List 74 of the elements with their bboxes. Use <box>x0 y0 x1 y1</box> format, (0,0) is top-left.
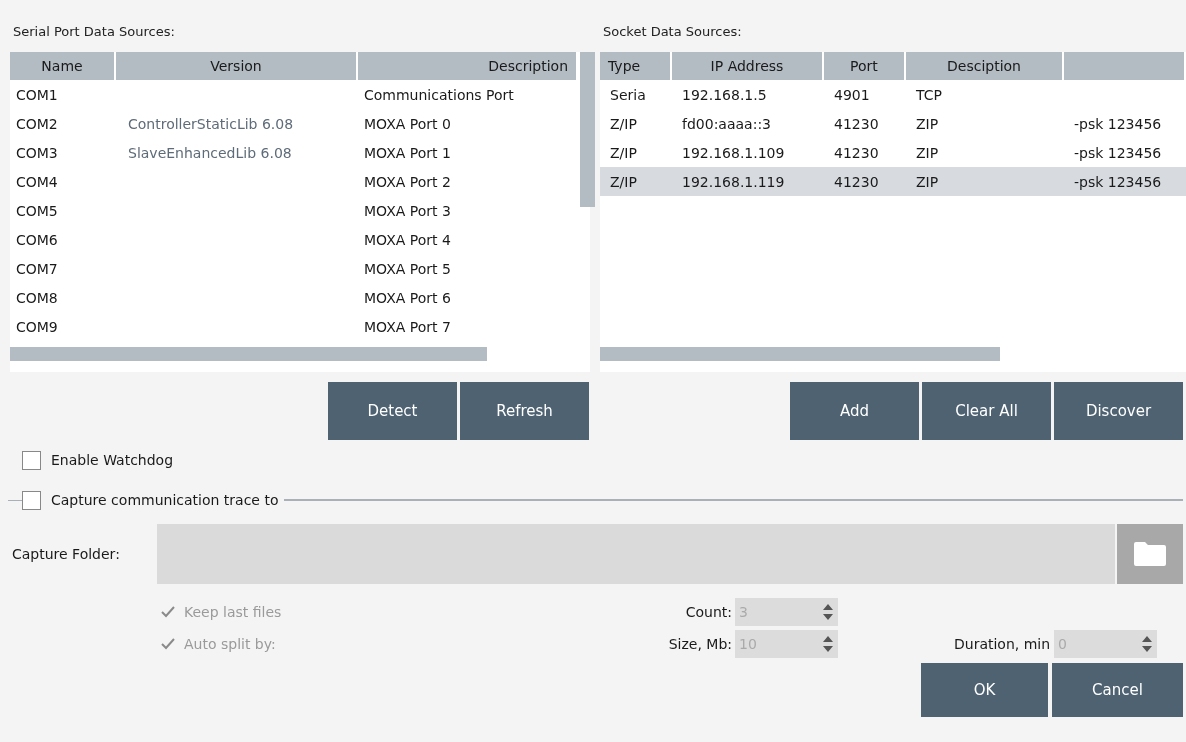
column-header[interactable]: Version <box>116 52 356 80</box>
table-row[interactable]: Z/IP 192.168.1.109 41230 ZIP -psk 123456 <box>600 138 1186 167</box>
table-cell-text: ControllerStaticLib 6.08 <box>127 115 295 132</box>
table-row[interactable]: Seria 192.168.1.5 4901 TCP <box>600 80 1186 109</box>
table-cell-text: 41230 <box>833 173 880 190</box>
table-cell-text: COM4 <box>15 173 59 190</box>
checkbox[interactable] <box>22 490 41 510</box>
table-cell-text: Seria <box>609 86 647 103</box>
table-cell-text: 41230 <box>833 144 880 161</box>
table-cell-text: COM9 <box>15 318 59 335</box>
table-cell-text: COM1 <box>15 86 59 103</box>
table-cell-text: COM8 <box>15 289 59 306</box>
dialog-button[interactable]: OK <box>921 663 1048 717</box>
table-cell-text: Communications Port <box>363 86 515 103</box>
panel-title: Serial Port Data Sources: <box>12 22 176 41</box>
field-label: Capture Folder: <box>12 546 121 562</box>
folder-icon <box>1133 541 1167 567</box>
horizontal-scrollbar[interactable] <box>10 347 487 361</box>
table-cell-text: MOXA Port 3 <box>363 202 452 219</box>
table-cell-text: ZIP <box>915 115 940 132</box>
table-cell-text: -psk 123456 <box>1073 115 1163 132</box>
table-cell-text: ZIP <box>915 144 940 161</box>
field-label: Size, Mb: <box>667 636 732 652</box>
table-cell-text: 41230 <box>833 115 880 132</box>
table-cell-text: -psk 123456 <box>1073 173 1163 190</box>
table-cell-text: COM6 <box>15 231 59 248</box>
dialog-button[interactable]: Cancel <box>1052 663 1183 717</box>
table-cell-text: MOXA Port 5 <box>363 260 452 277</box>
field-label: Count: <box>684 604 732 620</box>
column-header[interactable]: Name <box>10 52 114 80</box>
table-cell-text: -psk 123456 <box>1073 144 1163 161</box>
field-label: Duration, min <box>954 636 1051 652</box>
column-header[interactable]: Description <box>358 52 576 80</box>
table-cell-text: 4901 <box>833 86 871 103</box>
column-header[interactable]: Type <box>600 52 670 80</box>
table-cell-text: MOXA Port 1 <box>363 144 452 161</box>
horizontal-scrollbar[interactable] <box>600 347 1000 361</box>
vertical-scrollbar[interactable] <box>580 52 595 207</box>
table-cell-text: Z/IP <box>609 173 638 190</box>
table-cell-text: MOXA Port 2 <box>363 173 452 190</box>
action-button[interactable]: Add <box>790 382 919 440</box>
table-cell-text: 192.168.1.5 <box>681 86 768 103</box>
checkbox-label: Capture communication trace to <box>51 492 279 508</box>
table-cell-text: COM3 <box>15 144 59 161</box>
option-label: Auto split by: <box>184 636 276 652</box>
table-cell-text: MOXA Port 0 <box>363 115 452 132</box>
column-header[interactable]: Desciption <box>906 52 1062 80</box>
action-button[interactable]: Detect <box>328 382 457 440</box>
column-header[interactable]: IP Address <box>672 52 822 80</box>
table-row[interactable]: Z/IP fd00:aaaa::3 41230 ZIP -psk 123456 <box>600 109 1186 138</box>
table-cell-text: 192.168.1.109 <box>681 144 786 161</box>
action-button[interactable]: Discover <box>1054 382 1183 440</box>
checkbox[interactable] <box>22 450 41 470</box>
table-cell-text: TCP <box>915 86 943 103</box>
table-cell-text: 192.168.1.119 <box>681 173 786 190</box>
table-cell-text: MOXA Port 6 <box>363 289 452 306</box>
table-cell-text: fd00:aaaa::3 <box>681 115 772 132</box>
option-label: Keep last files <box>184 604 282 620</box>
table-cell-text: MOXA Port 4 <box>363 231 452 248</box>
table-row[interactable]: Z/IP 192.168.1.119 41230 ZIP -psk 123456 <box>600 167 1186 196</box>
action-button[interactable]: Refresh <box>460 382 589 440</box>
checkbox-label: Enable Watchdog <box>51 452 174 468</box>
table-cell-text: COM7 <box>15 260 59 277</box>
table-cell-text: COM5 <box>15 202 59 219</box>
action-button[interactable]: Clear All <box>922 382 1051 440</box>
table-cell-text: ZIP <box>915 173 940 190</box>
table-cell-text: SlaveEnhancedLib 6.08 <box>127 144 293 161</box>
table-cell-text: COM2 <box>15 115 59 132</box>
panel-title: Socket Data Sources: <box>602 22 743 41</box>
column-header[interactable]: Port <box>824 52 904 80</box>
table-cell-text: Z/IP <box>609 144 638 161</box>
table-cell-text: MOXA Port 7 <box>363 318 452 335</box>
browse-button[interactable] <box>1117 524 1183 584</box>
table-cell-text: Z/IP <box>609 115 638 132</box>
